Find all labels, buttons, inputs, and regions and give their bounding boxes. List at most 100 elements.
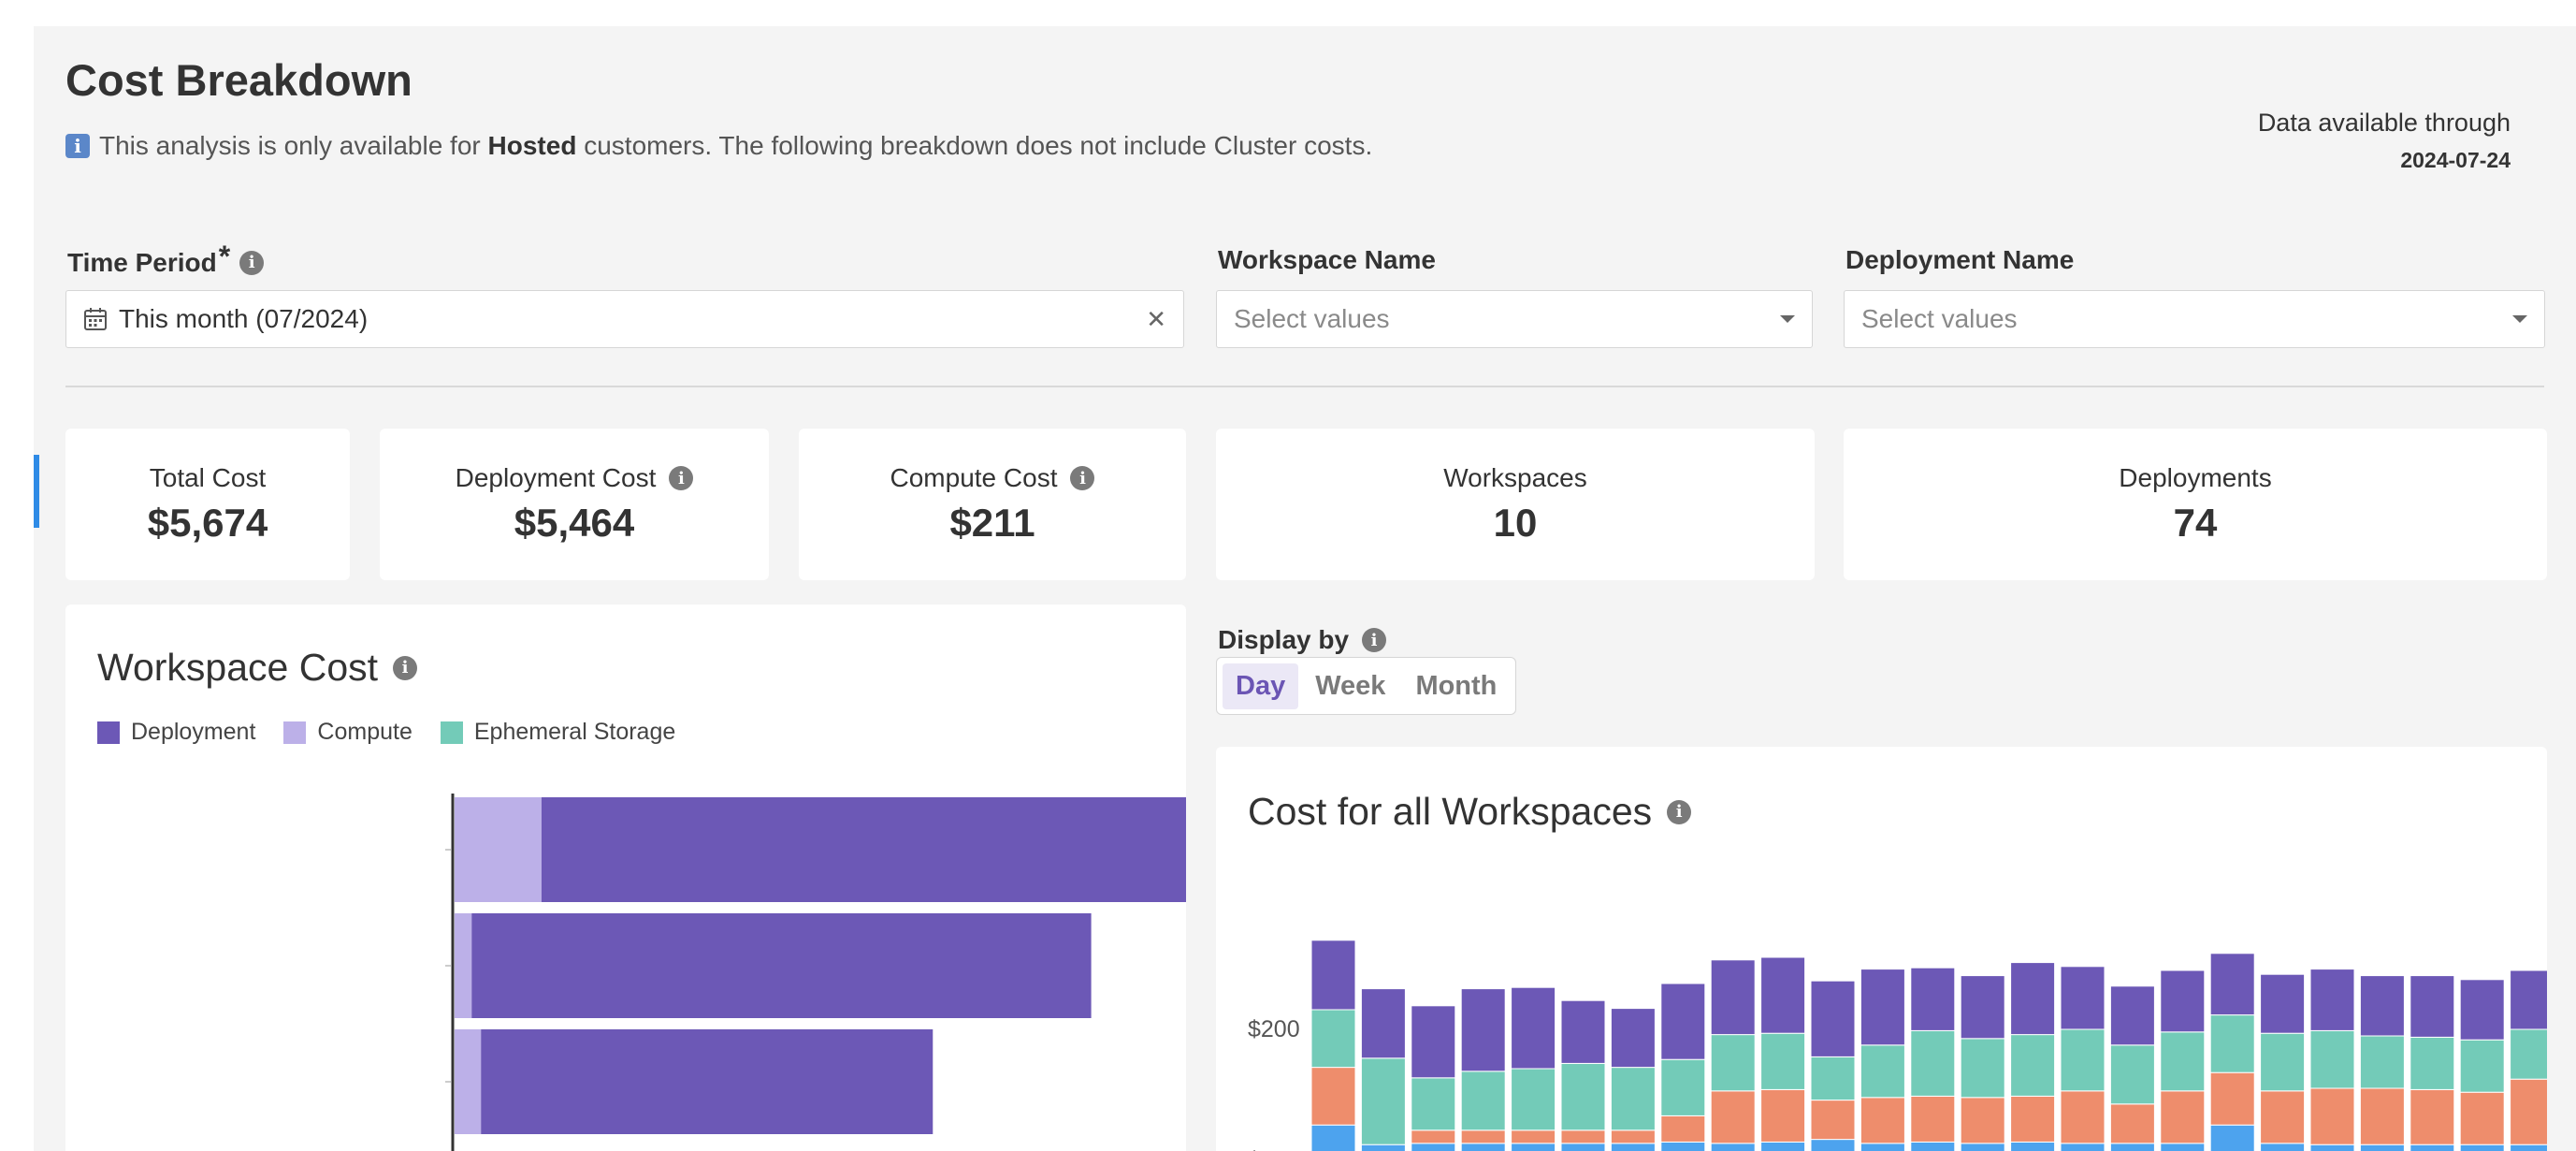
stacked-bar-segment[interactable]	[2359, 1035, 2405, 1089]
stacked-bar-segment[interactable]	[2410, 1144, 2455, 1151]
stacked-bar-segment[interactable]	[2260, 1090, 2306, 1144]
stacked-bar-segment[interactable]	[1310, 940, 1356, 1011]
stacked-bar-segment[interactable]	[2109, 985, 2155, 1046]
stacked-bar-segment[interactable]	[2309, 1144, 2355, 1151]
stacked-bar-segment[interactable]	[1460, 1143, 1506, 1151]
stacked-bar-segment[interactable]	[1760, 1032, 1806, 1090]
stacked-bar-segment[interactable]	[1760, 956, 1806, 1034]
stacked-bar-segment[interactable]	[2410, 1036, 2455, 1090]
bar-segment-compute[interactable]	[455, 1029, 482, 1134]
stacked-bar-segment[interactable]	[2459, 1091, 2505, 1145]
stacked-bar-segment[interactable]	[1511, 1068, 1556, 1131]
stacked-bar-segment[interactable]	[1360, 988, 1406, 1059]
stacked-bar-segment[interactable]	[1710, 1090, 1756, 1144]
stacked-bar-segment[interactable]	[1411, 1077, 1456, 1131]
stacked-bar-segment[interactable]	[1610, 1067, 1656, 1131]
stacked-bar-segment[interactable]	[2359, 1087, 2405, 1145]
stacked-bar-segment[interactable]	[1310, 1009, 1356, 1069]
time-period-picker[interactable]: This month (07/2024) ✕	[65, 290, 1184, 348]
stacked-bar-segment[interactable]	[2010, 962, 2056, 1036]
stacked-bar-segment[interactable]	[2160, 1143, 2206, 1151]
stacked-bar-segment[interactable]	[1610, 1129, 1656, 1144]
stacked-bar-segment[interactable]	[1460, 1129, 1506, 1144]
stacked-bar-segment[interactable]	[1360, 1144, 1406, 1151]
stacked-bar-segment[interactable]	[1810, 1100, 1856, 1141]
stacked-bar-segment[interactable]	[1560, 1143, 1606, 1151]
stacked-bar-segment[interactable]	[1560, 1062, 1606, 1131]
stacked-bar-segment[interactable]	[2109, 1143, 2155, 1151]
stacked-bar-segment[interactable]	[2010, 1141, 2056, 1151]
stacked-bar-segment[interactable]	[1760, 1141, 1806, 1151]
stacked-bar-segment[interactable]	[2209, 1124, 2255, 1151]
stacked-bar-segment[interactable]	[2209, 1014, 2255, 1073]
stacked-bar-segment[interactable]	[2359, 975, 2405, 1037]
stacked-bar-segment[interactable]	[2459, 1144, 2505, 1151]
stacked-bar-segment[interactable]	[2260, 1032, 2306, 1092]
stacked-bar-segment[interactable]	[2060, 966, 2106, 1030]
stacked-bar-segment[interactable]	[2260, 973, 2306, 1034]
stacked-bar-segment[interactable]	[1960, 975, 2005, 1040]
stacked-bar-segment[interactable]	[2160, 1090, 2206, 1144]
stacked-bar-segment[interactable]	[1560, 1129, 1606, 1144]
stacked-bar-segment[interactable]	[1660, 983, 1706, 1060]
stacked-bar-segment[interactable]	[1610, 1008, 1656, 1069]
stacked-bar-segment[interactable]	[1910, 1141, 1956, 1151]
stacked-bar-segment[interactable]	[1310, 1067, 1356, 1126]
stacked-bar-segment[interactable]	[1511, 1143, 1556, 1151]
display-by-day[interactable]: Day	[1223, 663, 1299, 709]
stacked-bar-segment[interactable]	[1710, 959, 1756, 1036]
info-icon[interactable]: i	[239, 250, 265, 275]
stacked-bar-segment[interactable]	[2309, 1087, 2355, 1145]
stacked-bar-segment[interactable]	[1860, 1097, 1905, 1144]
stacked-bar-segment[interactable]	[1411, 1143, 1456, 1151]
deployment-name-select[interactable]: Select values	[1844, 290, 2545, 348]
info-icon[interactable]: i	[1070, 466, 1095, 490]
stacked-bar-segment[interactable]	[2060, 1090, 2106, 1144]
stacked-bar-segment[interactable]	[1860, 969, 1905, 1046]
stacked-bar-segment[interactable]	[1360, 1057, 1406, 1145]
stacked-bar-segment[interactable]	[2109, 1044, 2155, 1105]
stacked-bar-segment[interactable]	[1860, 1044, 1905, 1099]
stacked-bar-segment[interactable]	[1960, 1038, 2005, 1099]
stacked-bar-segment[interactable]	[1411, 1005, 1456, 1079]
clear-icon[interactable]: ✕	[1146, 305, 1166, 334]
stacked-bar-segment[interactable]	[2060, 1143, 2106, 1151]
stacked-bar-segment[interactable]	[2209, 1071, 2255, 1126]
stacked-bar-segment[interactable]	[1310, 1124, 1356, 1151]
stacked-bar-segment[interactable]	[1710, 1034, 1756, 1092]
stacked-bar-segment[interactable]	[1710, 1143, 1756, 1151]
info-icon[interactable]: i	[1362, 628, 1387, 652]
info-icon[interactable]: i	[669, 466, 694, 490]
stacked-bar-segment[interactable]	[1910, 1029, 1956, 1097]
stacked-bar-segment[interactable]	[1511, 1129, 1556, 1144]
stacked-bar-segment[interactable]	[1810, 1139, 1856, 1151]
stacked-bar-segment[interactable]	[2510, 1078, 2547, 1145]
stacked-bar-segment[interactable]	[1560, 999, 1606, 1064]
stacked-bar-segment[interactable]	[1910, 967, 1956, 1031]
stacked-bar-segment[interactable]	[2010, 1095, 2056, 1143]
stacked-bar-segment[interactable]	[1460, 1071, 1506, 1131]
bar-segment-deployment[interactable]	[471, 913, 1092, 1018]
stacked-bar-segment[interactable]	[1760, 1088, 1806, 1143]
stacked-bar-segment[interactable]	[1960, 1143, 2005, 1151]
stacked-bar-segment[interactable]	[1910, 1095, 1956, 1143]
stacked-bar-segment[interactable]	[1660, 1058, 1706, 1116]
bar-segment-compute[interactable]	[455, 913, 472, 1018]
stacked-bar-segment[interactable]	[2359, 1144, 2405, 1151]
stacked-bar-segment[interactable]	[1810, 980, 1856, 1057]
stacked-bar-segment[interactable]	[1511, 986, 1556, 1070]
bar-segment-deployment[interactable]	[541, 797, 1186, 902]
stacked-bar-segment[interactable]	[1460, 988, 1506, 1072]
bar-segment-deployment[interactable]	[481, 1029, 933, 1134]
stacked-bar-segment[interactable]	[2410, 1088, 2455, 1145]
stacked-bar-segment[interactable]	[2309, 969, 2355, 1031]
stacked-bar-segment[interactable]	[2410, 975, 2455, 1038]
stacked-bar-segment[interactable]	[2510, 969, 2547, 1030]
bar-segment-compute[interactable]	[455, 797, 542, 902]
workspace-name-select[interactable]: Select values	[1216, 290, 1813, 348]
display-by-week[interactable]: Week	[1302, 663, 1398, 709]
stacked-bar-segment[interactable]	[2510, 1028, 2547, 1080]
stacked-bar-segment[interactable]	[1810, 1056, 1856, 1101]
stacked-bar-segment[interactable]	[1960, 1097, 2005, 1144]
stacked-bar-segment[interactable]	[2160, 1031, 2206, 1092]
